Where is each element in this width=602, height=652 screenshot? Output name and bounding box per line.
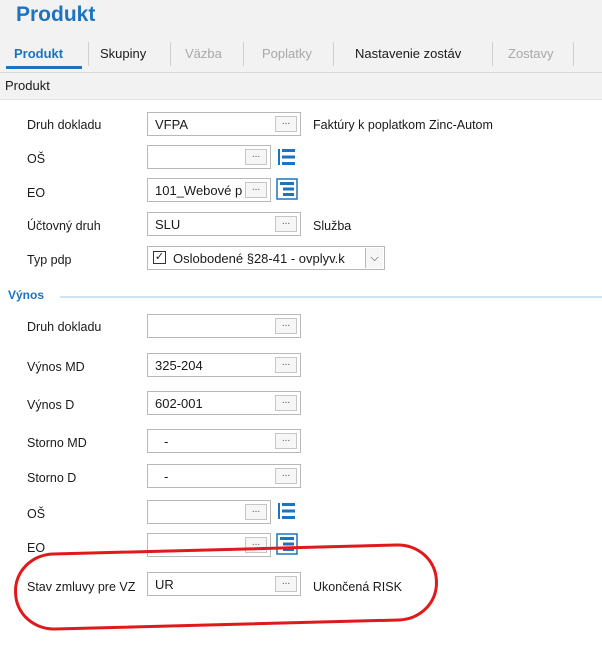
os-field[interactable]: ...	[147, 145, 271, 169]
eo-field[interactable]: 101_Webové p ...	[147, 178, 271, 202]
storno-d-field[interactable]: - ...	[147, 464, 301, 488]
tab-zostavy[interactable]: Zostavy	[508, 44, 554, 64]
tab-produkt[interactable]: Produkt	[14, 44, 63, 64]
title-bar: Produkt	[0, 0, 602, 34]
typ-pdp-label: Typ pdp	[27, 253, 72, 267]
vynos-os-label: OŠ	[27, 507, 46, 521]
tab-poplatky[interactable]: Poplatky	[262, 44, 312, 64]
app-title: Produkt	[16, 3, 96, 26]
tab-separator	[573, 42, 574, 66]
tab-separator	[492, 42, 493, 66]
tab-nastavenie-zostav[interactable]: Nastavenie zostáv	[355, 44, 461, 64]
vynos-eo-label: EO	[27, 541, 46, 555]
vynos-os-field[interactable]: ...	[147, 500, 271, 524]
storno-md-value: -	[164, 434, 169, 449]
druh-dokladu-label: Druh dokladu	[27, 118, 102, 132]
druh-dokladu-description: Faktúry k poplatkom Zinc-Autom	[313, 118, 493, 132]
vynos-druh-dokladu-label: Druh dokladu	[27, 320, 102, 334]
group-divider	[60, 296, 602, 298]
tab-separator	[170, 42, 171, 66]
browse-button[interactable]: ...	[275, 468, 297, 484]
browse-button[interactable]: ...	[245, 182, 267, 198]
browse-button[interactable]: ...	[275, 216, 297, 232]
eo-value: 101_Webové p	[155, 183, 243, 198]
tree-icon[interactable]	[276, 500, 298, 522]
storno-md-label: Storno MD	[27, 436, 87, 450]
chevron-down-icon[interactable]: ⌵	[365, 248, 383, 268]
browse-button[interactable]: ...	[275, 116, 297, 132]
storno-d-value: -	[164, 469, 169, 484]
vynos-group-title: Výnos	[8, 288, 45, 302]
active-tab-indicator	[6, 66, 82, 69]
section-header: Produkt	[0, 73, 602, 100]
uctovny-druh-field[interactable]: SLU ...	[147, 212, 301, 236]
vynos-md-field[interactable]: 325-204 ...	[147, 353, 301, 377]
section-title: Produkt	[5, 78, 50, 93]
browse-button[interactable]: ...	[275, 395, 297, 411]
vynos-d-value: 602-001	[155, 396, 203, 411]
tab-separator	[333, 42, 334, 66]
uctovny-druh-label: Účtovný druh	[27, 219, 101, 233]
browse-button[interactable]: ...	[245, 504, 267, 520]
eo-label: EO	[27, 186, 46, 200]
browse-button[interactable]: ...	[275, 357, 297, 373]
os-label: OŠ	[27, 152, 46, 166]
uctovny-druh-description: Služba	[313, 219, 352, 233]
browse-button[interactable]: ...	[275, 433, 297, 449]
vynos-d-field[interactable]: 602-001 ...	[147, 391, 301, 415]
druh-dokladu-field[interactable]: VFPA ...	[147, 112, 301, 136]
browse-button[interactable]: ...	[275, 318, 297, 334]
storno-d-label: Storno D	[27, 471, 77, 485]
tab-separator	[243, 42, 244, 66]
browse-button[interactable]: ...	[245, 149, 267, 165]
vynos-druh-dokladu-field[interactable]: ...	[147, 314, 301, 338]
druh-dokladu-value: VFPA	[155, 117, 188, 132]
uctovny-druh-value: SLU	[155, 217, 181, 232]
tree-icon[interactable]	[276, 146, 298, 168]
tab-skupiny[interactable]: Skupiny	[100, 44, 146, 64]
highlight-annotation	[13, 542, 439, 632]
tab-bar: Produkt Skupiny Väzba Poplatky Nastaveni…	[0, 34, 602, 73]
hierarchy-icon[interactable]	[276, 178, 298, 200]
vynos-md-value: 325-204	[155, 358, 203, 373]
tab-separator	[88, 42, 89, 66]
checkbox-icon[interactable]: ✓	[153, 251, 166, 264]
typ-pdp-select[interactable]: ✓ Oslobodené §28-41 - ovplyv.k ⌵	[147, 246, 385, 270]
typ-pdp-value: Oslobodené §28-41 - ovplyv.k	[173, 251, 345, 266]
vynos-d-label: Výnos D	[27, 398, 75, 412]
storno-md-field[interactable]: - ...	[147, 429, 301, 453]
tab-vazba[interactable]: Väzba	[185, 44, 222, 64]
vynos-md-label: Výnos MD	[27, 360, 85, 374]
